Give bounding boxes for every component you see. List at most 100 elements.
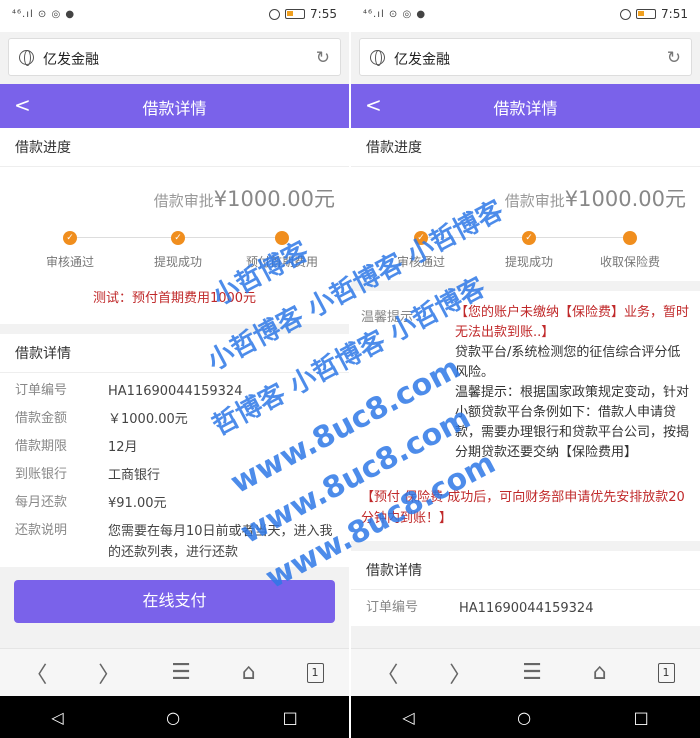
detail-key: 到账银行 bbox=[15, 467, 68, 482]
check-icon: ✓ bbox=[414, 231, 428, 245]
check-icon: ✓ bbox=[171, 231, 185, 245]
step: ✓ 提现成功 bbox=[479, 231, 579, 270]
progress-title: 借款进度 bbox=[0, 128, 349, 167]
alarm-icon bbox=[269, 8, 281, 20]
detail-value: HA11690044159324 bbox=[108, 384, 243, 399]
details-title: 借款详情 bbox=[351, 551, 700, 590]
browser-back-icon[interactable]: 〈 bbox=[376, 657, 398, 689]
home-icon[interactable]: ⌂ bbox=[242, 660, 256, 685]
tabs-icon[interactable]: 1 bbox=[657, 662, 675, 683]
signal-icons: ⁴⁶.ıl ⊙ ◎ ● bbox=[363, 9, 427, 20]
progress-steps: ✓ 审核通过 ✓ 提现成功 预付首期费用 bbox=[0, 217, 349, 281]
app-header: < 借款详情 bbox=[351, 84, 700, 128]
page-title: 借款详情 bbox=[493, 99, 558, 118]
step-label: 审核通过 bbox=[45, 255, 94, 269]
url-bar[interactable]: 亿发金融 ↻ bbox=[8, 38, 341, 76]
details-card: 借款详情 订单编号 HA11690044159324 借款金额 ￥1000.00元 … bbox=[0, 334, 349, 567]
details-rows: 订单编号 HA11690044159324 借款金额 ￥1000.00元 借款期限 1… bbox=[0, 373, 349, 567]
home-icon[interactable]: ⌂ bbox=[593, 660, 607, 685]
system-recent-icon[interactable]: □ bbox=[283, 708, 298, 727]
url-bar[interactable]: 亿发金融 ↻ bbox=[359, 38, 692, 76]
detail-row: 到账银行 工商银行 bbox=[15, 461, 334, 489]
check-icon: ✓ bbox=[522, 231, 536, 245]
announcement: 【预付 保险费 成功后，可向财务部申请优先安排放款20分钟内到账！】 bbox=[361, 490, 685, 526]
tabs-icon[interactable]: 1 bbox=[306, 662, 324, 683]
status-bar: ⁴⁶.ıl ⊙ ◎ ● 7:55 bbox=[0, 0, 349, 32]
detail-key: 订单编号 bbox=[366, 600, 419, 615]
step: ✓ 审核通过 bbox=[371, 231, 471, 270]
detail-value: 12月 bbox=[108, 440, 138, 455]
tip-text: 温馨提示：根据国家政策规定变动，针对小额贷款平台条例如下：借款人申请贷款，需要办… bbox=[455, 385, 690, 460]
phone-left: ⁴⁶.ıl ⊙ ◎ ● 7:55 亿发金融 ↻ < 借款详情 借款进度 借款审批… bbox=[0, 0, 349, 738]
step: ✓ 审核通过 bbox=[20, 231, 120, 270]
system-back-icon[interactable]: ◁ bbox=[402, 708, 414, 727]
step-label: 收取保险费 bbox=[599, 255, 660, 269]
signal-icons: ⁴⁶.ıl ⊙ ◎ ● bbox=[12, 9, 76, 20]
tip-card: 温馨提示 【您的账户未缴纳【保险费】业务，暂时无法出款到账..】 贷款平台/系统… bbox=[351, 291, 700, 541]
progress-card: 借款进度 借款审批¥1000.00元 ✓ 审核通过 ✓ 提现成功 bbox=[0, 128, 349, 324]
system-back-icon[interactable]: ◁ bbox=[51, 708, 63, 727]
system-navbar: ◁ ○ □ bbox=[0, 696, 349, 738]
detail-row: 订单编号 HA11690044159324 bbox=[15, 377, 334, 405]
detail-key: 借款金额 bbox=[15, 411, 68, 426]
menu-icon[interactable]: ☰ bbox=[171, 660, 191, 685]
tip-text: 贷款平台/系统检测您的征信综合评分低风险。 bbox=[455, 345, 681, 380]
main-content: 借款进度 借款审批¥1000.00元 ✓ 审核通过 ✓ 提现成功 bbox=[351, 128, 700, 648]
detail-value: ¥91.00元 bbox=[108, 496, 167, 511]
amount-value: ¥1000.00元 bbox=[564, 187, 686, 211]
system-home-icon[interactable]: ○ bbox=[517, 708, 531, 727]
detail-key: 借款期限 bbox=[15, 439, 68, 454]
detail-value: ￥1000.00元 bbox=[108, 412, 188, 427]
detail-row: 每月还款 ¥91.00元 bbox=[15, 489, 334, 517]
battery-icon bbox=[285, 9, 306, 19]
detail-key: 订单编号 bbox=[15, 383, 68, 398]
globe-icon bbox=[19, 50, 34, 66]
details-card: 借款详情 订单编号 HA11690044159324 bbox=[351, 551, 700, 626]
step-label: 提现成功 bbox=[153, 255, 202, 269]
status-bar: ⁴⁶.ıl ⊙ ◎ ● 7:51 bbox=[351, 0, 700, 32]
progress-card: 借款进度 借款审批¥1000.00元 ✓ 审核通过 ✓ 提现成功 bbox=[351, 128, 700, 281]
main-content: 借款进度 借款审批¥1000.00元 ✓ 审核通过 ✓ 提现成功 bbox=[0, 128, 349, 648]
refresh-icon[interactable]: ↻ bbox=[667, 48, 681, 68]
amount-line: 借款审批¥1000.00元 bbox=[0, 167, 349, 217]
detail-row: 借款金额 ￥1000.00元 bbox=[15, 405, 334, 433]
warm-tip: 温馨提示 【您的账户未缴纳【保险费】业务，暂时无法出款到账..】 贷款平台/系统… bbox=[351, 291, 700, 477]
tip-label: 温馨提示 bbox=[361, 310, 414, 325]
step-label: 提现成功 bbox=[504, 255, 553, 269]
details-rows: 订单编号 HA11690044159324 bbox=[351, 590, 700, 626]
detail-key: 每月还款 bbox=[15, 495, 68, 510]
detail-value: 您需要在每月10日前或者当天，进入我的还款列表，进行还款 bbox=[108, 524, 333, 560]
screenshot-collage: ⁴⁶.ıl ⊙ ◎ ● 7:55 亿发金融 ↻ < 借款详情 借款进度 借款审批… bbox=[0, 0, 700, 738]
detail-row: 订单编号 HA11690044159324 bbox=[366, 594, 685, 622]
detail-row: 还款说明 您需要在每月10日前或者当天，进入我的还款列表，进行还款 bbox=[15, 517, 334, 563]
test-note: 测试：预付首期费用1000元 bbox=[92, 291, 257, 306]
tip-body: 【您的账户未缴纳【保险费】业务，暂时无法出款到账..】 贷款平台/系统检测您的征… bbox=[455, 303, 690, 463]
system-navbar: ◁ ○ □ bbox=[351, 696, 700, 738]
detail-row: 借款期限 12月 bbox=[15, 433, 334, 461]
step-label: 审核通过 bbox=[396, 255, 445, 269]
refresh-icon[interactable]: ↻ bbox=[316, 48, 330, 68]
current-step-icon bbox=[275, 231, 289, 245]
step-label: 预付首期费用 bbox=[245, 255, 318, 269]
online-pay-button[interactable]: 在线支付 bbox=[14, 580, 335, 623]
system-home-icon[interactable]: ○ bbox=[166, 708, 180, 727]
browser-forward-icon[interactable]: 〉 bbox=[449, 657, 471, 689]
globe-icon bbox=[370, 50, 385, 66]
step: ✓ 提现成功 bbox=[128, 231, 228, 270]
menu-icon[interactable]: ☰ bbox=[522, 660, 542, 685]
details-title: 借款详情 bbox=[0, 334, 349, 373]
browser-back-icon[interactable]: 〈 bbox=[25, 657, 47, 689]
tip-warning: 【您的账户未缴纳【保险费】业务，暂时无法出款到账..】 bbox=[455, 305, 690, 340]
site-title: 亿发金融 bbox=[394, 52, 450, 68]
system-recent-icon[interactable]: □ bbox=[634, 708, 649, 727]
alarm-icon bbox=[620, 8, 632, 20]
amount-label: 借款审批 bbox=[504, 192, 565, 210]
detail-key: 还款说明 bbox=[15, 523, 68, 538]
clock: 7:51 bbox=[661, 7, 688, 21]
browser-forward-icon[interactable]: 〉 bbox=[98, 657, 120, 689]
browser-navbar: 〈 〉 ☰ ⌂ 1 bbox=[0, 648, 349, 696]
step: 预付首期费用 bbox=[232, 231, 332, 270]
step: 收取保险费 bbox=[580, 231, 680, 270]
current-step-icon bbox=[623, 231, 637, 245]
app-header: < 借款详情 bbox=[0, 84, 349, 128]
